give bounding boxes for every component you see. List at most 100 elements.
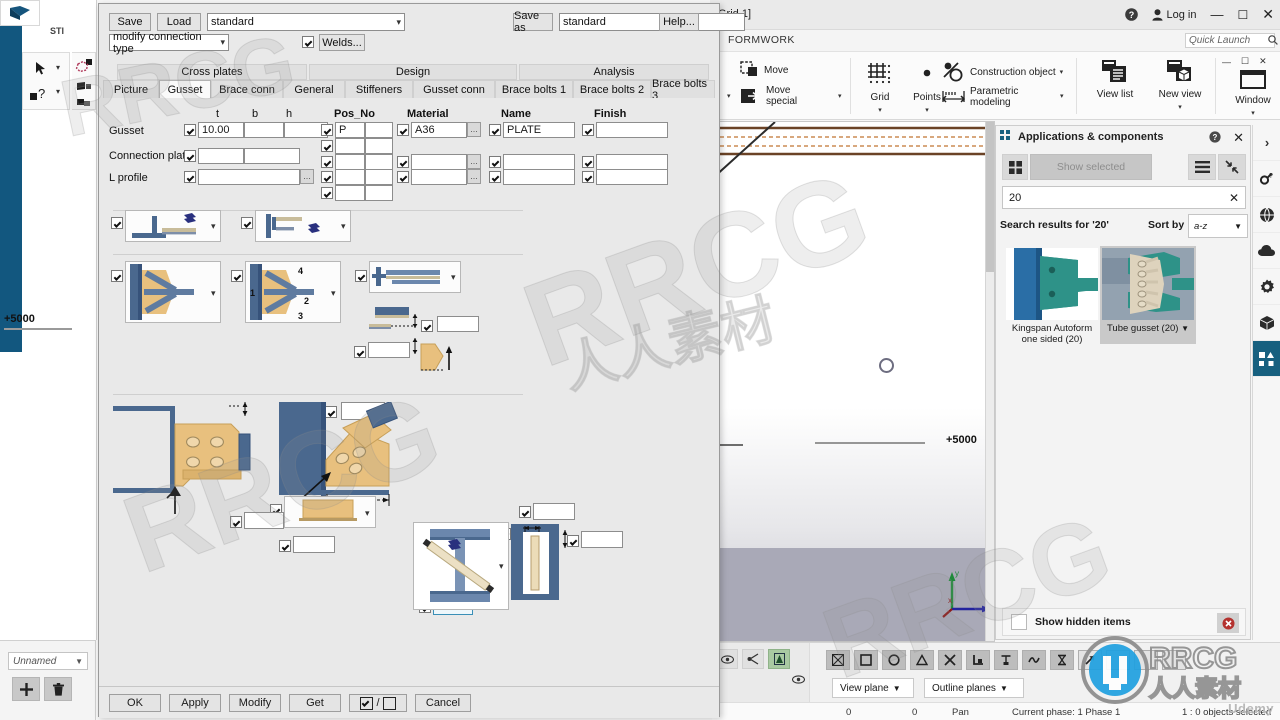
lprofile-browse-button[interactable]: … [300, 169, 314, 184]
lprofile-pos-prefix-input[interactable] [335, 169, 365, 185]
lprofile-material-checkbox[interactable] [397, 171, 409, 183]
plate-shape-combo[interactable] [284, 496, 376, 528]
save-as-button[interactable]: Save as [513, 10, 553, 34]
maximize-button[interactable]: ☐ [1238, 8, 1249, 22]
close-button[interactable]: ✕ [1262, 6, 1274, 23]
close-icon[interactable]: ✕ [1233, 130, 1244, 146]
picture-option-b1[interactable] [125, 261, 221, 323]
pos-prefix-row2-input[interactable] [335, 138, 365, 154]
view-name-combo[interactable]: Unnamed ▼ [8, 652, 88, 670]
list-view-button[interactable] [1188, 154, 1216, 180]
gusset-posno-checkbox[interactable] [321, 124, 333, 136]
connplate-material-input[interactable] [411, 154, 467, 170]
ibeam-combo[interactable] [413, 522, 509, 610]
share-icon[interactable] [742, 649, 764, 669]
tab-gusset-conn[interactable]: Gusset conn [413, 80, 495, 98]
connplate-dims-checkbox[interactable] [184, 150, 196, 162]
ribbon-move-dropdown-caret[interactable]: ▾ [727, 90, 731, 101]
picture-option-a1-checkbox[interactable] [111, 217, 123, 229]
dim-value-2-input[interactable] [368, 342, 410, 358]
picture-option-b1-caret[interactable]: ▾ [211, 288, 216, 299]
pos-prefix-row5-input[interactable] [335, 185, 365, 201]
help-icon[interactable]: ? [1209, 130, 1221, 146]
sort-select[interactable]: a-z ▼ [1188, 214, 1248, 238]
quick-launch-input[interactable]: Quick Launch [1185, 33, 1275, 48]
outline-planes-dropdown[interactable]: Outline planes ▼ [924, 678, 1024, 698]
save-button[interactable]: Save [109, 13, 151, 31]
ribbon-view-list-button[interactable]: View list [1088, 58, 1142, 100]
view-plane-dropdown[interactable]: View plane ▼ [832, 678, 914, 698]
tab-stiffeners[interactable]: Stiffeners [345, 80, 413, 98]
ribbon-construction-object-button[interactable]: Construction object ▾ [942, 62, 1063, 82]
posno-row5-checkbox[interactable] [321, 187, 333, 199]
ribbon-new-view-caret[interactable]: ▾ [1178, 104, 1182, 111]
welds-button[interactable]: Welds... [319, 34, 365, 51]
lprofile-material-browse-button[interactable]: … [467, 169, 481, 184]
mdi-restore-icon[interactable]: ☐ [1241, 56, 1249, 67]
help-button[interactable]: Help... [659, 13, 699, 31]
gusset-dims-checkbox[interactable] [184, 124, 196, 136]
gusset-pos-num-input[interactable] [365, 122, 393, 138]
connplate-b-input[interactable] [244, 148, 300, 164]
ribbon-grid-caret[interactable]: ▾ [878, 107, 882, 114]
cloud-icon[interactable] [1253, 233, 1280, 269]
ibeam-combo-caret[interactable]: ▾ [499, 561, 504, 572]
picture-option-b3-checkbox[interactable] [355, 270, 367, 282]
lprofile-pos-num-input[interactable] [365, 169, 393, 185]
gusset-name-checkbox[interactable] [489, 124, 501, 136]
tab-brace-bolts-3[interactable]: Brace bolts 3 [651, 78, 715, 102]
cube-icon[interactable] [1253, 305, 1280, 341]
gusset-name-input[interactable]: PLATE [503, 122, 575, 138]
unchecked-box-icon[interactable] [382, 696, 396, 710]
get-button[interactable]: Get [289, 694, 341, 712]
ribbon-construction-object-caret[interactable]: ▾ [1060, 68, 1064, 76]
dim-graphic-1-checkbox[interactable] [421, 320, 433, 332]
tab-formwork[interactable]: FORMWORK [728, 34, 795, 46]
load-button[interactable]: Load [157, 13, 201, 31]
box-snap-icon[interactable] [73, 95, 95, 109]
snap-extra3-icon[interactable] [1162, 650, 1186, 670]
tab-picture[interactable]: Picture [103, 80, 159, 98]
picture-option-b3[interactable] [369, 261, 461, 293]
posno-row2-checkbox[interactable] [321, 140, 333, 152]
collapse-button[interactable] [1218, 154, 1246, 180]
show-hidden-items-checkbox[interactable] [1011, 614, 1027, 630]
checked-box-icon[interactable] [360, 696, 374, 710]
dim-graphic-8-checkbox[interactable] [279, 540, 291, 552]
save-as-input[interactable]: standard [559, 13, 745, 31]
model-viewport[interactable]: +5000 y z x [712, 121, 995, 642]
tab-gusset[interactable]: Gusset [159, 80, 211, 99]
add-button[interactable] [12, 677, 40, 701]
ribbon-new-view-button[interactable]: New view ▾ [1153, 58, 1207, 112]
show-selected-button[interactable]: Show selected [1030, 154, 1152, 180]
dim-value-8-input[interactable] [293, 536, 335, 553]
clear-x-icon[interactable]: ✕ [1229, 191, 1239, 205]
snap-triangle-icon[interactable] [910, 650, 934, 670]
eye-icon[interactable] [791, 675, 806, 687]
connplate-finish-checkbox[interactable] [582, 156, 594, 168]
login-button[interactable]: Log in [1151, 9, 1197, 21]
snap-arrow-icon[interactable] [1078, 650, 1102, 670]
ribbon-move-special-caret[interactable]: ▾ [838, 90, 842, 101]
dim-value-1-input[interactable] [437, 316, 479, 332]
dim-graphic-5-checkbox[interactable] [567, 535, 579, 547]
snap-corner-icon[interactable] [966, 650, 990, 670]
component-card[interactable]: Kingspan Autoform one sided (20) [1006, 248, 1098, 345]
connection-type-combo[interactable]: modify connection type ▾ [109, 31, 229, 55]
gusset-material-browse-button[interactable]: … [467, 122, 481, 137]
picture-option-a1[interactable] [125, 210, 221, 242]
gusset-finish-checkbox[interactable] [582, 124, 594, 136]
lprofile-dims-checkbox[interactable] [184, 171, 196, 183]
gusset-t-input[interactable]: 10.00 [198, 122, 244, 138]
gear-icon[interactable] [1253, 269, 1280, 305]
tab-brace-bolts-1[interactable]: Brace bolts 1 [495, 80, 573, 98]
select-query-icon[interactable]: ? [27, 81, 53, 103]
dim-graphic-4-checkbox[interactable] [519, 506, 531, 518]
connplate-pos-prefix-input[interactable] [335, 154, 365, 170]
connplate-material-checkbox[interactable] [397, 156, 409, 168]
lprofile-posno-checkbox[interactable] [321, 171, 333, 183]
delete-button[interactable] [44, 677, 72, 701]
snap-extra2-icon[interactable] [1134, 650, 1158, 670]
select-all-toggle[interactable]: / [349, 694, 407, 712]
dim-graphic-2-checkbox[interactable] [354, 346, 366, 358]
